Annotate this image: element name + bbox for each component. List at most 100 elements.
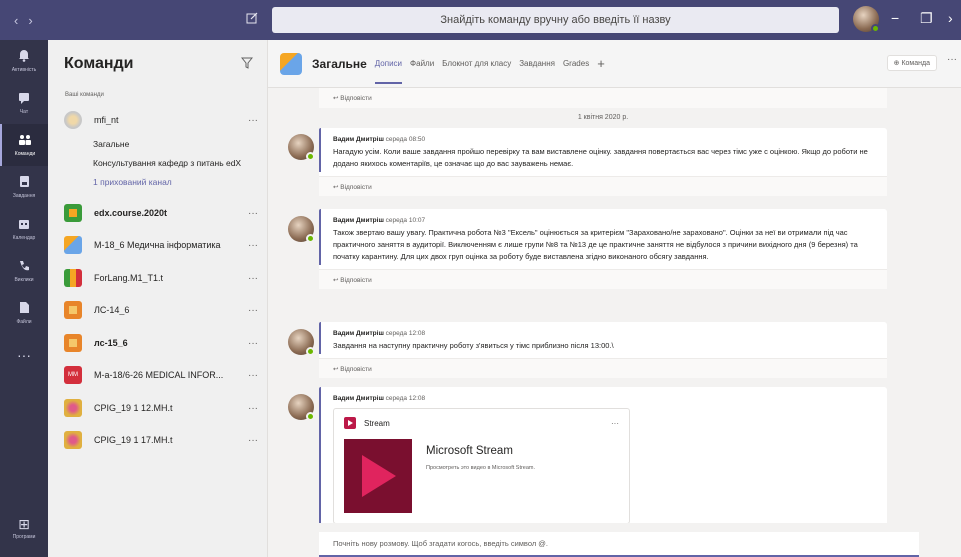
team-avatar [64,431,82,449]
status-available-icon [306,347,315,356]
compose-icon[interactable] [246,11,262,27]
rail-more-apps[interactable]: ··· [0,334,48,376]
rail-files[interactable]: Файли [0,292,48,334]
maximize-icon[interactable]: ❐ [920,10,933,27]
channel-item[interactable]: Консультування кафедр з питань edX [93,158,241,168]
filter-icon[interactable] [240,56,254,72]
close-icon[interactable]: › [948,10,953,26]
reply-button[interactable]: ↩ Відповісти [319,269,887,289]
hidden-channels-link[interactable]: 1 прихований канал [93,177,172,187]
tab-grades[interactable]: Grades [563,43,589,84]
search-bar[interactable]: Знайдіть команду вручну або введіть її н… [272,7,839,33]
tab-posts[interactable]: Дописи [374,43,403,84]
post-accent [319,128,321,172]
video-thumbnail[interactable] [344,439,412,513]
team-name: CPIG_19 1 12.MH.t [94,403,173,413]
post-meta: Вадим Дмитріш середа 12:08 [333,330,875,337]
post-text: Також звертаю вашу увагу. Практична робо… [333,228,858,261]
team-item[interactable]: mfi_nt ··· [48,105,268,135]
rail-apps[interactable]: ⊞ Програми [0,507,48,549]
rail-label: Активність [11,67,37,73]
post-author: Вадим Дмитріш [333,330,384,337]
team-item[interactable]: CPIG_19 1 12.MH.t ··· [48,393,268,423]
rail-label: Програми [12,533,36,540]
team-item[interactable]: ForLang.M1_T1.t ··· [48,263,268,293]
assignments-icon [19,175,30,190]
forward-arrow-icon[interactable]: › [28,13,32,28]
date-separator: 1 квітня 2020 р. [577,114,629,121]
status-available-icon [306,412,315,421]
more-options-icon[interactable]: ··· [238,305,268,316]
stream-title[interactable]: Microsoft Stream [426,445,535,457]
post-time: середа 08:50 [385,136,426,143]
more-options-icon[interactable]: ··· [611,419,619,428]
rail-label: Файли [16,319,32,325]
team-item[interactable]: CPIG_19 1 17.MH.t ··· [48,425,268,455]
more-options-icon[interactable]: ··· [238,115,268,126]
stream-card-header: Stream ··· [334,409,629,437]
teams-title: Команди [64,55,134,72]
rail-label: Чат [19,108,29,115]
author-avatar [288,134,315,161]
back-arrow-icon[interactable]: ‹ [14,13,18,28]
more-options-icon[interactable]: ··· [238,403,268,414]
more-options-icon[interactable]: ··· [238,240,268,251]
phone-icon [18,260,30,274]
team-avatar [64,334,82,352]
channel-team-avatar [280,52,302,75]
team-avatar [64,301,82,319]
team-item[interactable]: MM М-а-18/6-26 MEDICAL INFOR... ··· [48,360,268,390]
more-options-icon[interactable]: ··· [238,338,268,349]
team-name: CPIG_19 1 17.MH.t [94,435,173,445]
rail-teams[interactable]: Команди [0,124,48,166]
rail-calls[interactable]: Виклики [0,250,48,292]
post-accent [319,209,321,265]
more-apps-icon: ··· [17,347,31,363]
teams-header: Команди [48,40,267,88]
team-avatar [64,236,82,254]
teams-panel: Команди Ваші команди mfi_nt ··· Загальне… [48,40,268,557]
minimize-icon[interactable]: − [891,10,899,26]
team-avatar [64,204,82,222]
more-options-icon[interactable]: ··· [238,208,268,219]
team-name: ForLang.M1_T1.t [94,273,164,283]
team-name: ЛС-14_6 [94,305,130,315]
post-meta: Вадим Дмитріш середа 10:07 [333,217,875,224]
file-icon [19,301,30,316]
more-options-icon[interactable]: ··· [238,435,268,446]
add-tab-icon[interactable]: + [597,56,605,71]
post: Вадим Дмитріш середа 12:08 Завдання на н… [319,322,887,378]
compose-box[interactable]: Почніть нову розмову. Щоб згадати когось… [319,532,919,557]
more-options-icon[interactable]: ··· [947,54,957,65]
team-item[interactable]: лс-15_6 ··· [48,328,268,358]
rail-assignments[interactable]: Завдання [0,166,48,208]
tab-files[interactable]: Файли [410,43,434,84]
channel-name: Загальне [312,56,367,71]
team-item[interactable]: ЛС-14_6 ··· [48,295,268,325]
team-button[interactable]: ⊕ Команда [886,55,937,71]
team-item[interactable]: edx.course.2020t ··· [48,198,268,228]
team-item[interactable]: М-18_6 Медична інформатика ··· [48,230,268,260]
rail-chat[interactable]: Чат [0,82,48,124]
title-bar: ‹ › Знайдіть команду вручну або введіть … [0,0,961,40]
user-avatar[interactable] [853,6,880,33]
reply-button[interactable]: ↩ Відповісти [319,358,887,378]
team-avatar [64,269,82,287]
author-avatar [288,216,315,243]
channel-item[interactable]: Загальне [93,139,129,149]
rail-calendar[interactable]: Календар [0,208,48,250]
reply-button[interactable]: ↩ Відповісти [319,176,887,196]
rail-label: Виклики [14,276,34,283]
more-options-icon[interactable]: ··· [238,370,268,381]
more-options-icon[interactable]: ··· [238,273,268,284]
post-accent [319,387,321,523]
reply-button[interactable]: ↩ Відповісти [319,88,887,108]
team-avatar [64,399,82,417]
tab-class-notebook[interactable]: Блокнот для класу [442,43,511,84]
tab-assignments[interactable]: Завдання [519,43,555,84]
nav-arrows: ‹ › [0,13,64,28]
rail-activity[interactable]: Активність [0,40,48,82]
stream-card[interactable]: Stream ··· Microsoft Stream Просмотреть … [333,408,630,523]
bell-icon [18,49,30,64]
post-time: середа 12:08 [385,395,426,402]
